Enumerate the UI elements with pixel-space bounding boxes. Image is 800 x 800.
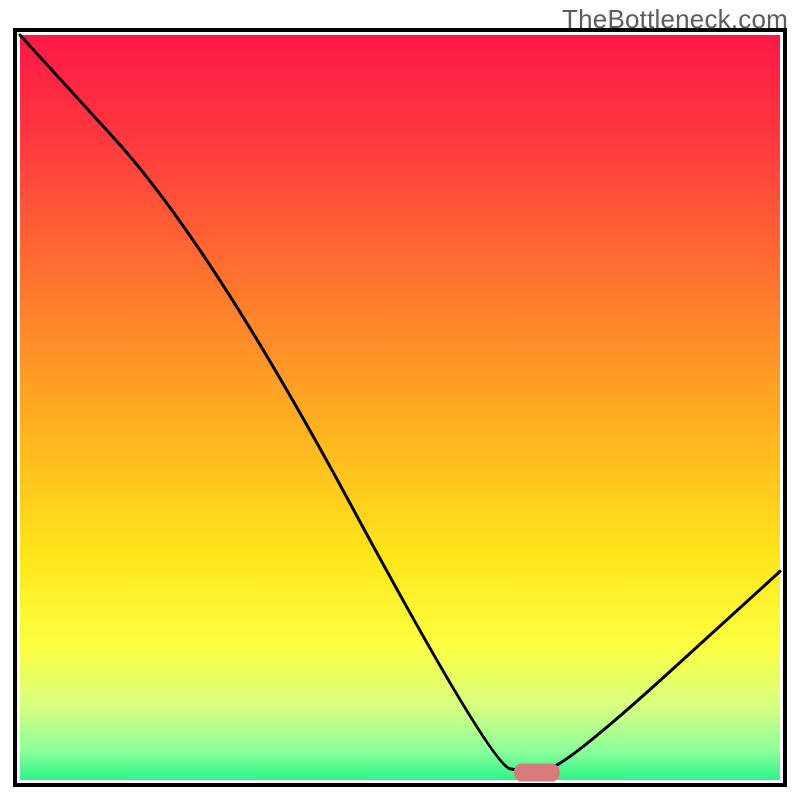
chart-stage: TheBottleneck.com <box>0 0 800 800</box>
plot-background <box>20 35 780 780</box>
watermark-text: TheBottleneck.com <box>562 4 788 35</box>
chart-canvas <box>0 0 800 800</box>
optimum-marker <box>514 764 560 782</box>
